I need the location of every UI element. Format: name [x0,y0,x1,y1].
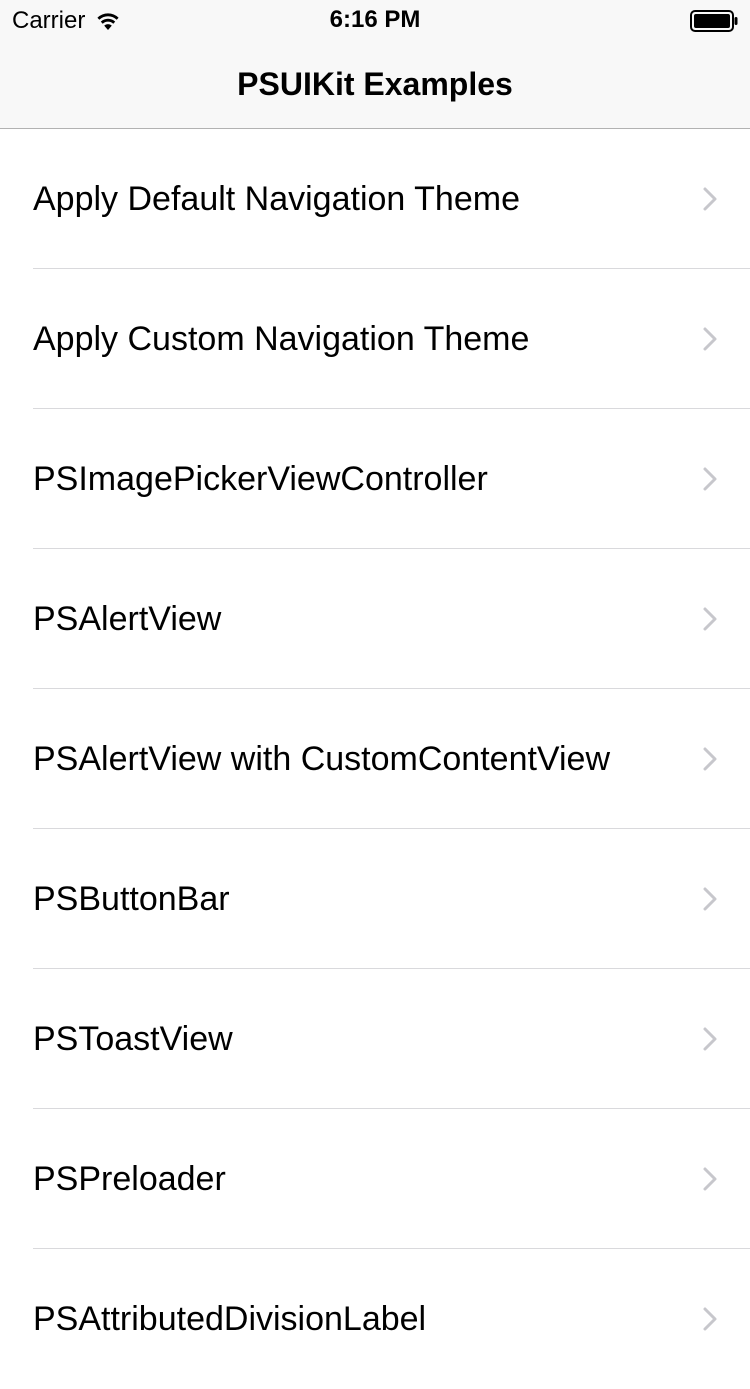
list-item-attributed-division-label[interactable]: PSAttributedDivisionLabel [0,1249,750,1389]
list-item-label: PSPreloader [33,1160,226,1198]
list-item-label: PSToastView [33,1020,233,1058]
list-item-preloader[interactable]: PSPreloader [0,1109,750,1249]
list-item-label: Apply Default Navigation Theme [33,180,520,218]
navigation-bar: PSUIKit Examples [0,40,750,129]
list-item-label: Apply Custom Navigation Theme [33,320,530,358]
chevron-right-icon [703,1307,717,1331]
status-time: 6:16 PM [329,6,421,33]
page-title: PSUIKit Examples [237,66,513,102]
list-item-label: PSButtonBar [33,880,230,918]
chevron-right-icon [703,467,717,491]
list-item-label: PSImagePickerViewController [33,460,488,498]
chevron-right-icon [703,187,717,211]
list-item-alert-view[interactable]: PSAlertView [0,549,750,689]
status-bar: Carrier 6:16 PM [0,0,750,40]
chevron-right-icon [703,1167,717,1191]
list-item-label: PSAlertView [33,600,222,638]
list-item-image-picker[interactable]: PSImagePickerViewController [0,409,750,549]
battery-icon [690,10,738,32]
list-item-toast-view[interactable]: PSToastView [0,969,750,1109]
list-item-button-bar[interactable]: PSButtonBar [0,829,750,969]
chevron-right-icon [703,1027,717,1051]
list-item-default-navigation-theme[interactable]: Apply Default Navigation Theme [0,129,750,269]
chevron-right-icon [703,607,717,631]
chevron-right-icon [703,327,717,351]
chevron-right-icon [703,887,717,911]
chevron-right-icon [703,747,717,771]
list-item-label: PSAlertView with CustomContentView [33,740,611,778]
list-item-label: PSAttributedDivisionLabel [33,1300,427,1338]
examples-list: Apply Default Navigation Theme Apply Cus… [0,129,750,1389]
list-item-alert-view-custom-content[interactable]: PSAlertView with CustomContentView [0,689,750,829]
list-item-custom-navigation-theme[interactable]: Apply Custom Navigation Theme [0,269,750,409]
